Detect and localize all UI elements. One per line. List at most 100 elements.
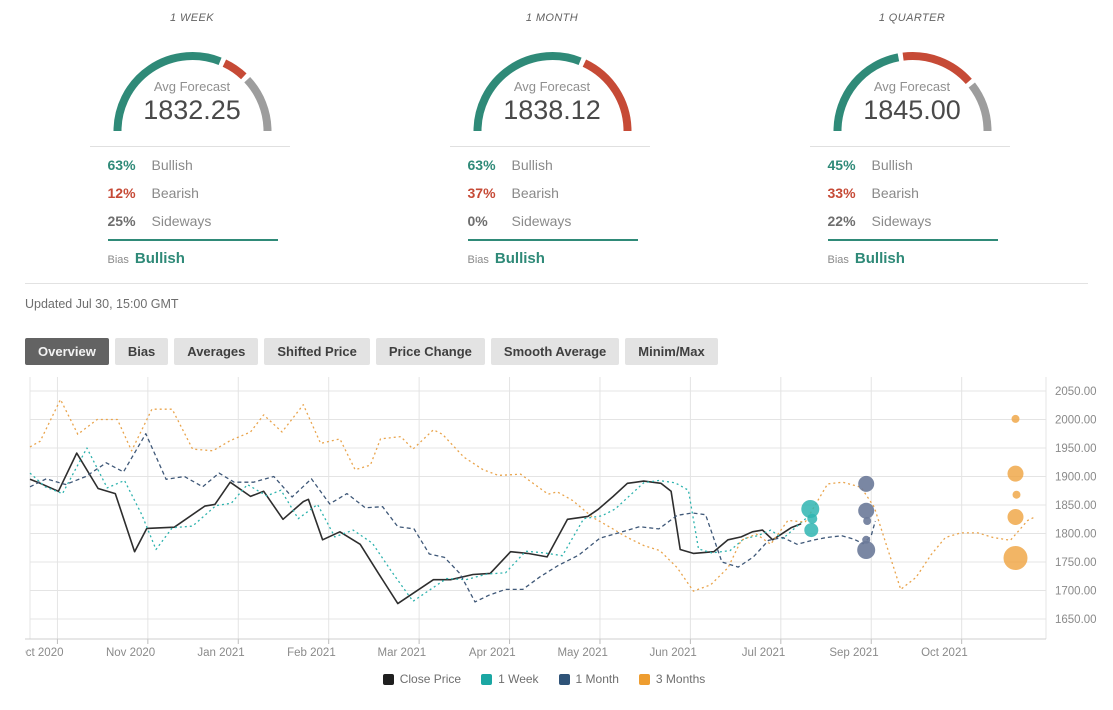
chart-plot-area[interactable]: 2050.00 2000.00 1950.00 1900.00 1850.00 1800.… [25,375,1113,665]
bias-row: Bias Bullish [450,250,650,267]
legend-label: 1 Month [576,672,619,686]
sideways-label: Sideways [512,213,572,229]
stat-row-sideways: 0% Sideways [450,207,650,235]
gauge-period-title: 1 QUARTER [810,12,1015,24]
bias-divider [828,239,998,241]
bullish-pct: 63% [108,157,152,173]
svg-text:1850.00: 1850.00 [1055,500,1097,512]
stat-row-bearish: 12% Bearish [90,179,290,207]
sentiment-stats: 63% Bullish 37% Bearish 0% Sideways Bias… [450,146,650,267]
legend-label: 1 Week [498,672,538,686]
stat-row-bullish: 63% Bullish [90,151,290,179]
legend-item-1-month[interactable]: 1 Month [559,672,619,686]
sideways-label: Sideways [152,213,212,229]
legend-item-1-week[interactable]: 1 Week [481,672,538,686]
svg-text:1900.00: 1900.00 [1055,472,1097,484]
avg-forecast-label: Avg Forecast [810,79,1015,94]
stat-row-sideways: 25% Sideways [90,207,290,235]
bearish-pct: 37% [468,185,512,201]
bearish-label: Bearish [512,185,559,201]
bias-divider [468,239,638,241]
sideways-label: Sideways [872,213,932,229]
svg-text:1700.00: 1700.00 [1055,586,1097,598]
gauge-period-title: 1 WEEK [90,12,295,24]
svg-text:Oct 2020: Oct 2020 [25,647,63,659]
avg-forecast-value: 1838.12 [450,95,655,126]
svg-text:2050.00: 2050.00 [1055,386,1097,398]
tab-price-change[interactable]: Price Change [376,338,485,365]
chart-legend: Close Price 1 Week 1 Month 3 Months [0,672,1088,686]
legend-label: Close Price [400,672,461,686]
bullish-label: Bullish [512,157,553,173]
bearish-label: Bearish [152,185,199,201]
tab-overview[interactable]: Overview [25,338,109,365]
tab-shifted-price[interactable]: Shifted Price [264,338,369,365]
svg-text:1800.00: 1800.00 [1055,529,1097,541]
bias-label: Bias [108,254,129,266]
bias-row: Bias Bullish [90,250,290,267]
forecast-card-1-week: 1 WEEK Avg Forecast 1832.25 63% Bullish … [12,10,372,267]
bias-label: Bias [468,254,489,266]
forecast-card-1-quarter: 1 QUARTER Avg Forecast 1845.00 45% Bulli… [732,10,1092,267]
bullish-label: Bullish [152,157,193,173]
svg-text:1650.00: 1650.00 [1055,614,1097,626]
gauge-1-week: Avg Forecast 1832.25 [90,27,295,139]
stat-row-bullish: 63% Bullish [450,151,650,179]
stat-row-bearish: 37% Bearish [450,179,650,207]
updated-timestamp: Updated Jul 30, 15:00 GMT [25,283,1088,311]
sideways-pct: 25% [108,213,152,229]
stat-row-sideways: 22% Sideways [810,207,1010,235]
svg-text:1950.00: 1950.00 [1055,443,1097,455]
svg-text:Jan 2021: Jan 2021 [197,647,244,659]
sentiment-stats: 63% Bullish 12% Bearish 25% Sideways Bia… [90,146,290,267]
svg-text:Nov 2020: Nov 2020 [106,647,155,659]
sideways-pct: 22% [828,213,872,229]
bullish-pct: 63% [468,157,512,173]
svg-text:Apr 2021: Apr 2021 [469,647,516,659]
legend-item-close-price[interactable]: Close Price [383,672,461,686]
bias-divider [108,239,278,241]
svg-text:Mar 2021: Mar 2021 [378,647,427,659]
tab-smooth-average[interactable]: Smooth Average [491,338,619,365]
legend-swatch-icon [383,674,394,685]
bearish-label: Bearish [872,185,919,201]
legend-swatch-icon [639,674,650,685]
legend-swatch-icon [481,674,492,685]
legend-item-3-months[interactable]: 3 Months [639,672,705,686]
bullish-label: Bullish [872,157,913,173]
svg-text:May 2021: May 2021 [557,647,608,659]
bearish-pct: 33% [828,185,872,201]
avg-forecast-value: 1832.25 [90,95,295,126]
legend-label: 3 Months [656,672,705,686]
bullish-pct: 45% [828,157,872,173]
svg-text:Sep 2021: Sep 2021 [829,647,878,659]
sideways-pct: 0% [468,213,512,229]
svg-text:Jun 2021: Jun 2021 [649,647,696,659]
avg-forecast-label: Avg Forecast [450,79,655,94]
bias-value: Bullish [495,250,545,267]
bias-value: Bullish [855,250,905,267]
bearish-pct: 12% [108,185,152,201]
bias-value: Bullish [135,250,185,267]
legend-swatch-icon [559,674,570,685]
forecast-card-1-month: 1 MONTH Avg Forecast 1838.12 63% Bullish… [372,10,732,267]
sentiment-stats: 45% Bullish 33% Bearish 22% Sideways Bia… [810,146,1010,267]
gauge-period-title: 1 MONTH [450,12,655,24]
forecast-cards: 1 WEEK Avg Forecast 1832.25 63% Bullish … [0,0,1113,267]
gauge-1-quarter: Avg Forecast 1845.00 [810,27,1015,139]
svg-text:Oct 2021: Oct 2021 [921,647,968,659]
avg-forecast-value: 1845.00 [810,95,1015,126]
forecast-chart: 2050.00 2000.00 1950.00 1900.00 1850.00 1800.… [25,375,1113,670]
bias-label: Bias [828,254,849,266]
tab-bias[interactable]: Bias [115,338,168,365]
tab-minim-max[interactable]: Minim/Max [625,338,717,365]
stat-row-bearish: 33% Bearish [810,179,1010,207]
svg-text:Jul 2021: Jul 2021 [742,647,785,659]
tab-averages[interactable]: Averages [174,338,258,365]
svg-text:Feb 2021: Feb 2021 [287,647,336,659]
bias-row: Bias Bullish [810,250,1010,267]
svg-text:2000.00: 2000.00 [1055,415,1097,427]
gauge-1-month: Avg Forecast 1838.12 [450,27,655,139]
stat-row-bullish: 45% Bullish [810,151,1010,179]
avg-forecast-label: Avg Forecast [90,79,295,94]
